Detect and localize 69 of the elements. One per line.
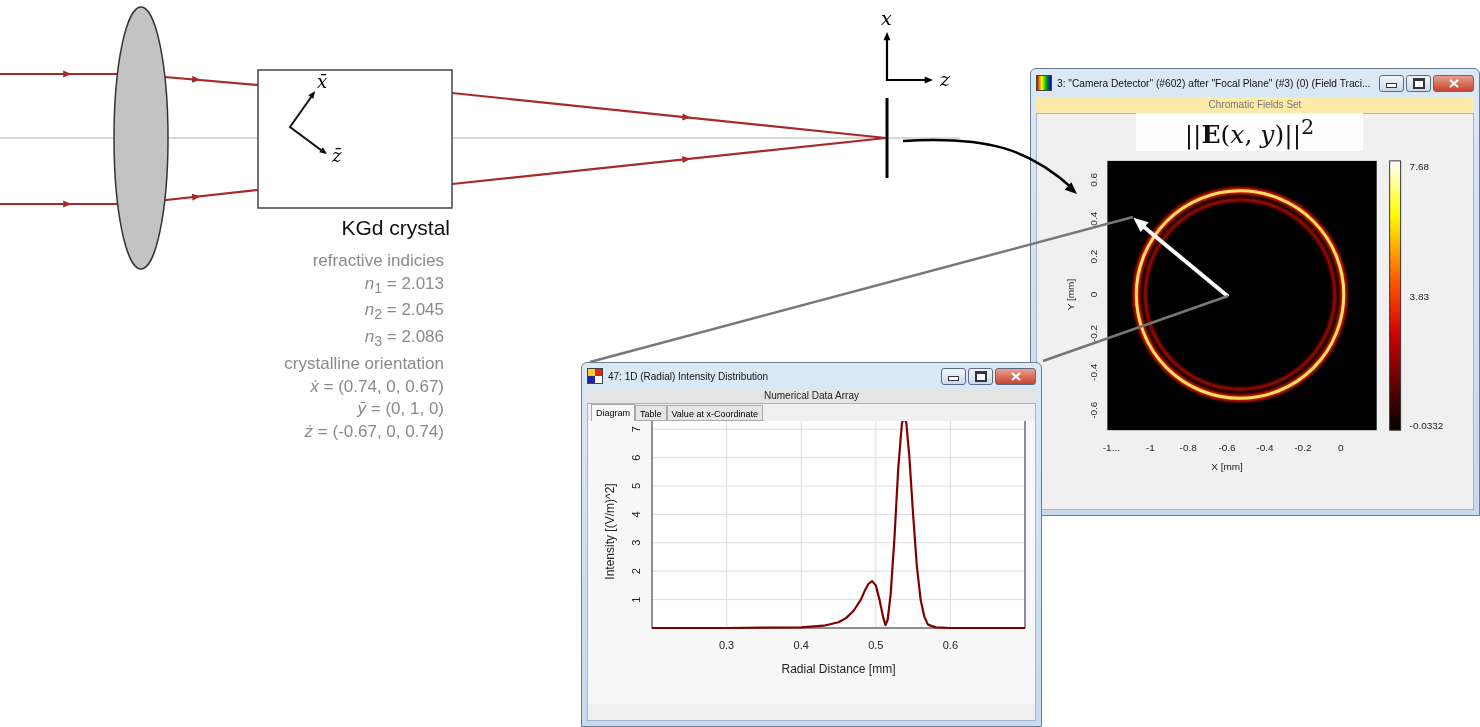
scale-label: 7.68 bbox=[1409, 160, 1429, 172]
axis-label: x bbox=[881, 7, 892, 29]
maximize-button[interactable] bbox=[1406, 74, 1431, 92]
tick-label: -1... bbox=[1102, 442, 1120, 454]
tick-label: -0.8 bbox=[1179, 442, 1197, 454]
tick-label: 3 bbox=[630, 539, 642, 546]
tab[interactable]: Diagram bbox=[591, 404, 635, 421]
minimize-icon bbox=[948, 376, 959, 381]
property-text: crystalline orientation bbox=[284, 354, 444, 374]
tick-label: 0.6 bbox=[1088, 172, 1100, 187]
formula-text: ||E(x, y)||$^{2}$ bbox=[1184, 114, 1315, 150]
tick-label: 0.3 bbox=[718, 639, 735, 651]
tick-label: 6 bbox=[630, 454, 642, 461]
crystal-label: KGd crystal bbox=[341, 216, 450, 240]
tick-label: 7 bbox=[630, 426, 642, 433]
minimize-icon bbox=[1386, 83, 1397, 88]
header-band: Chromatic Fields Set bbox=[1036, 97, 1474, 113]
tick-label: -0.2 bbox=[1088, 324, 1100, 343]
window-title: 3: "Camera Detector" (#602) after "Focal Plane" (#3) (0) (Field Traci... bbox=[1057, 77, 1372, 89]
tab[interactable]: Value at x-Coordinate bbox=[666, 405, 763, 421]
header-band: Numerical Data Array bbox=[587, 389, 1036, 403]
property-text: ż = (-0.67, 0, 0.74) bbox=[304, 421, 444, 441]
axis-label: x̄ bbox=[317, 71, 328, 92]
axis-label: z̄ bbox=[332, 145, 342, 166]
axis-title: Intensity [(V/m)^2] bbox=[603, 483, 617, 580]
tick-label: -1 bbox=[1145, 442, 1155, 454]
axis-title: Radial Distance [mm] bbox=[781, 662, 896, 676]
axis-label: z bbox=[940, 68, 950, 90]
property-text: n$_{1}$ = 2.013 bbox=[364, 273, 444, 293]
tick-label: -0.6 bbox=[1088, 401, 1100, 419]
tick-label: 0.6 bbox=[942, 639, 959, 651]
crystal-axes-icon bbox=[288, 91, 327, 154]
minimize-button[interactable] bbox=[941, 367, 966, 385]
tick-label: -0.6 bbox=[1218, 442, 1236, 454]
app-icon bbox=[1036, 75, 1052, 91]
scale-label: 3.83 bbox=[1409, 290, 1429, 302]
tab[interactable]: Table bbox=[635, 405, 667, 421]
axis-title: Y [mm] bbox=[1065, 278, 1077, 311]
property-text: ẋ = (0.74, 0, 0.67) bbox=[310, 376, 444, 396]
tick-label: 0 bbox=[1088, 291, 1100, 298]
coordinate-axes-icon bbox=[883, 32, 933, 84]
tick-label: -0.4 bbox=[1256, 442, 1274, 454]
tick-label: 0.4 bbox=[1088, 211, 1100, 226]
window-title: 47: 1D (Radial) Intensity Distribution bbox=[608, 370, 770, 382]
app-icon bbox=[587, 368, 603, 384]
minimize-button[interactable] bbox=[1379, 74, 1404, 92]
scale-label: -0.0332 bbox=[1409, 420, 1444, 432]
property-text: ȳ = (0, 1, 0) bbox=[357, 399, 444, 419]
tick-label: 4 bbox=[630, 511, 642, 518]
close-icon bbox=[1448, 78, 1459, 88]
tick-label: -0.2 bbox=[1294, 442, 1312, 454]
maximize-icon bbox=[1412, 77, 1425, 89]
close-button[interactable] bbox=[1433, 74, 1474, 92]
close-button[interactable] bbox=[995, 367, 1036, 385]
tick-label: 1 bbox=[630, 596, 642, 603]
tick-label: 5 bbox=[630, 482, 642, 490]
tick-label: -0.4 bbox=[1088, 363, 1100, 381]
maximize-icon bbox=[974, 370, 987, 382]
tick-label: 0 bbox=[1338, 442, 1344, 454]
property-text: refractive indicies bbox=[312, 251, 444, 270]
tick-label: 0.4 bbox=[793, 639, 809, 651]
tick-label: 0.2 bbox=[1088, 249, 1100, 264]
tick-label: 0.5 bbox=[868, 639, 884, 651]
axis-title: X [mm] bbox=[1211, 461, 1243, 473]
property-text: n$_{2}$ = 2.045 bbox=[364, 300, 444, 320]
maximize-button[interactable] bbox=[968, 367, 993, 385]
close-icon bbox=[1010, 371, 1021, 381]
tick-label: 2 bbox=[630, 568, 642, 575]
property-text: n$_{3}$ = 2.086 bbox=[364, 327, 444, 347]
